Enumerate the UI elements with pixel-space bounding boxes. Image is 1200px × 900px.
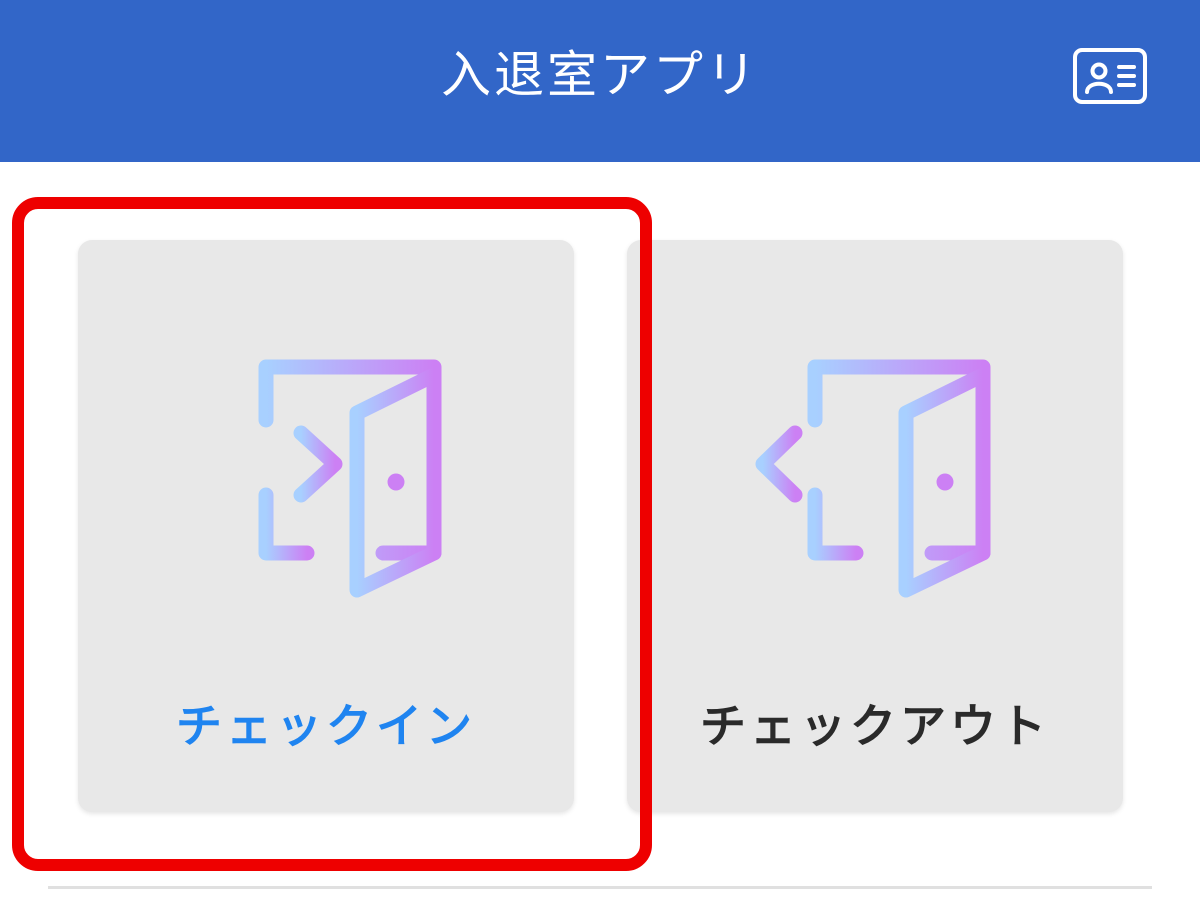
checkout-button[interactable]: チェックアウト xyxy=(627,240,1123,812)
id-card-button[interactable] xyxy=(1067,40,1153,112)
app-title: 入退室アプリ xyxy=(441,46,759,104)
door-exit-icon xyxy=(755,359,991,598)
checkout-label: チェックアウト xyxy=(700,699,1050,753)
app-header: 入退室アプリ xyxy=(0,0,1200,162)
door-enter-icon xyxy=(206,359,442,598)
checkin-button[interactable]: チェックイン xyxy=(78,240,574,812)
checkin-label: チェックイン xyxy=(176,699,476,753)
id-card-icon xyxy=(1073,48,1147,104)
divider xyxy=(48,886,1152,889)
